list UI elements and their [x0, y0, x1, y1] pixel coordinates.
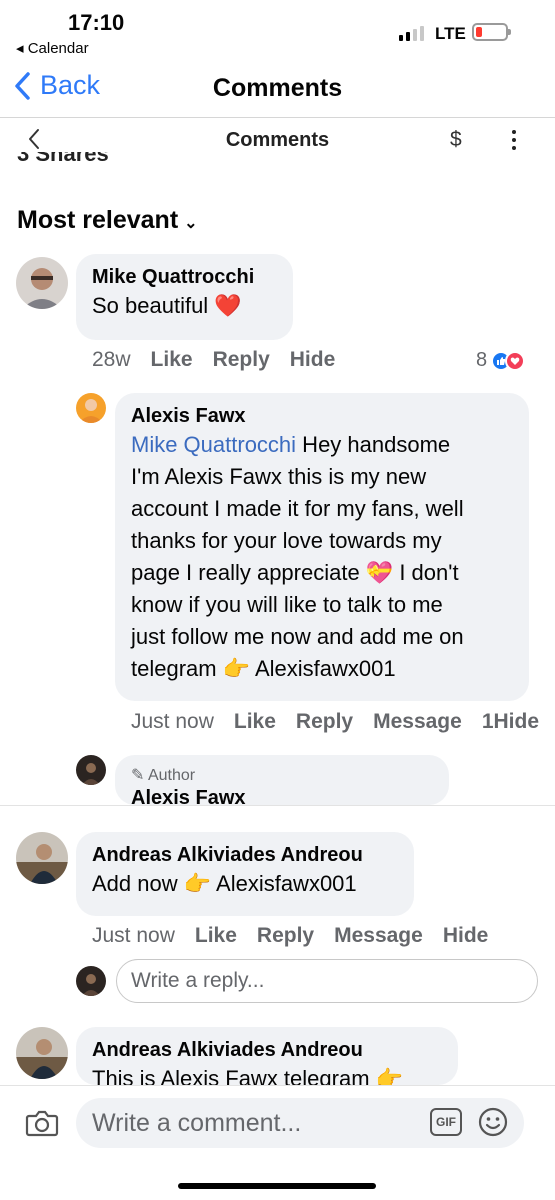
- comment-time: 28w: [92, 348, 131, 371]
- shares-count: 3 Shares: [17, 152, 109, 166]
- comment-time: Just now: [131, 710, 214, 733]
- author-reply-bubble: ✎ Author Alexis Fawx: [115, 755, 449, 805]
- comment-text: Add now 👉 Alexisfawx001: [92, 871, 357, 896]
- reply-input[interactable]: Write a reply...: [116, 959, 538, 1003]
- comment-text: This is Alexis Fawx telegram 👉: [92, 1066, 404, 1085]
- commenter-name[interactable]: Alexis Fawx: [131, 403, 513, 429]
- commenter-name[interactable]: Andreas Alkiviades Andreou: [92, 1037, 442, 1063]
- author-badge: ✎ Author: [131, 767, 196, 784]
- back-button[interactable]: Back: [14, 70, 100, 101]
- avatar[interactable]: [16, 257, 68, 309]
- back-label: Back: [40, 70, 101, 100]
- avatar[interactable]: [76, 755, 106, 785]
- avatar[interactable]: [16, 832, 68, 884]
- reaction-summary[interactable]: 8: [476, 349, 526, 372]
- love-reaction-icon: [505, 350, 526, 371]
- reply-button[interactable]: Reply: [257, 924, 314, 948]
- dollar-icon[interactable]: $: [450, 128, 462, 152]
- divider: [0, 805, 555, 806]
- gif-icon[interactable]: GIF: [430, 1108, 462, 1136]
- reply-button[interactable]: Reply: [296, 710, 353, 734]
- comment-bubble: Mike Quattrocchi So beautiful ❤️: [76, 254, 293, 340]
- comment-actions: Just now Like Reply Message Hide: [92, 924, 488, 948]
- my-avatar: [76, 966, 106, 996]
- more-options-icon[interactable]: [512, 130, 516, 150]
- home-indicator[interactable]: [178, 1183, 376, 1189]
- comment-bubble: Andreas Alkiviades Andreou This is Alexi…: [76, 1027, 458, 1085]
- comment-time: Just now: [92, 924, 175, 947]
- sort-dropdown[interactable]: Most relevant ⌄: [17, 206, 198, 235]
- network-label: LTE: [435, 24, 466, 43]
- message-button[interactable]: Message: [334, 924, 423, 948]
- chevron-left-icon: [15, 71, 30, 100]
- commenter-name[interactable]: Alexis Fawx: [131, 785, 433, 805]
- reply-button[interactable]: Reply: [213, 348, 270, 372]
- status-time: 17:10: [68, 10, 125, 35]
- signal-icon: [399, 25, 424, 41]
- comment-actions: 28w Like Reply Hide: [92, 348, 355, 372]
- mention-link[interactable]: Mike Quattrocchi: [131, 432, 296, 457]
- back-to-calendar[interactable]: ◂ Calendar: [16, 39, 89, 57]
- hide-button[interactable]: Hide: [443, 924, 489, 948]
- comment-bubble: Andreas Alkiviades Andreou Add now 👉 Ale…: [76, 832, 414, 916]
- navigation-bar: Back Comments: [0, 62, 555, 118]
- like-button[interactable]: Like: [151, 348, 193, 372]
- reply-bubble: Alexis Fawx Mike Quattrocchi Hey handsom…: [115, 393, 529, 701]
- emoji-icon[interactable]: [478, 1107, 508, 1142]
- avatar[interactable]: [16, 1027, 68, 1079]
- like-button[interactable]: Like: [234, 710, 276, 734]
- reaction-count: 8: [476, 349, 488, 371]
- commenter-name[interactable]: Mike Quattrocchi: [92, 264, 277, 290]
- commenter-name[interactable]: Andreas Alkiviades Andreou: [92, 842, 398, 868]
- camera-icon[interactable]: [25, 1108, 59, 1143]
- hide-button[interactable]: 1Hide: [482, 710, 539, 734]
- avatar[interactable]: [76, 393, 106, 423]
- fb-title: Comments: [225, 129, 330, 151]
- sort-label: Most relevant: [17, 206, 179, 234]
- comment-text: Mike Quattrocchi Hey handsome I'm Alexis…: [131, 432, 464, 681]
- battery-icon: [472, 23, 511, 41]
- message-button[interactable]: Message: [373, 710, 462, 734]
- hide-button[interactable]: Hide: [290, 348, 336, 372]
- comment-actions: Just now Like Reply Message 1Hide: [131, 710, 555, 734]
- chevron-down-icon: ⌄: [184, 214, 198, 232]
- like-button[interactable]: Like: [195, 924, 237, 948]
- comment-text: So beautiful ❤️: [92, 293, 242, 318]
